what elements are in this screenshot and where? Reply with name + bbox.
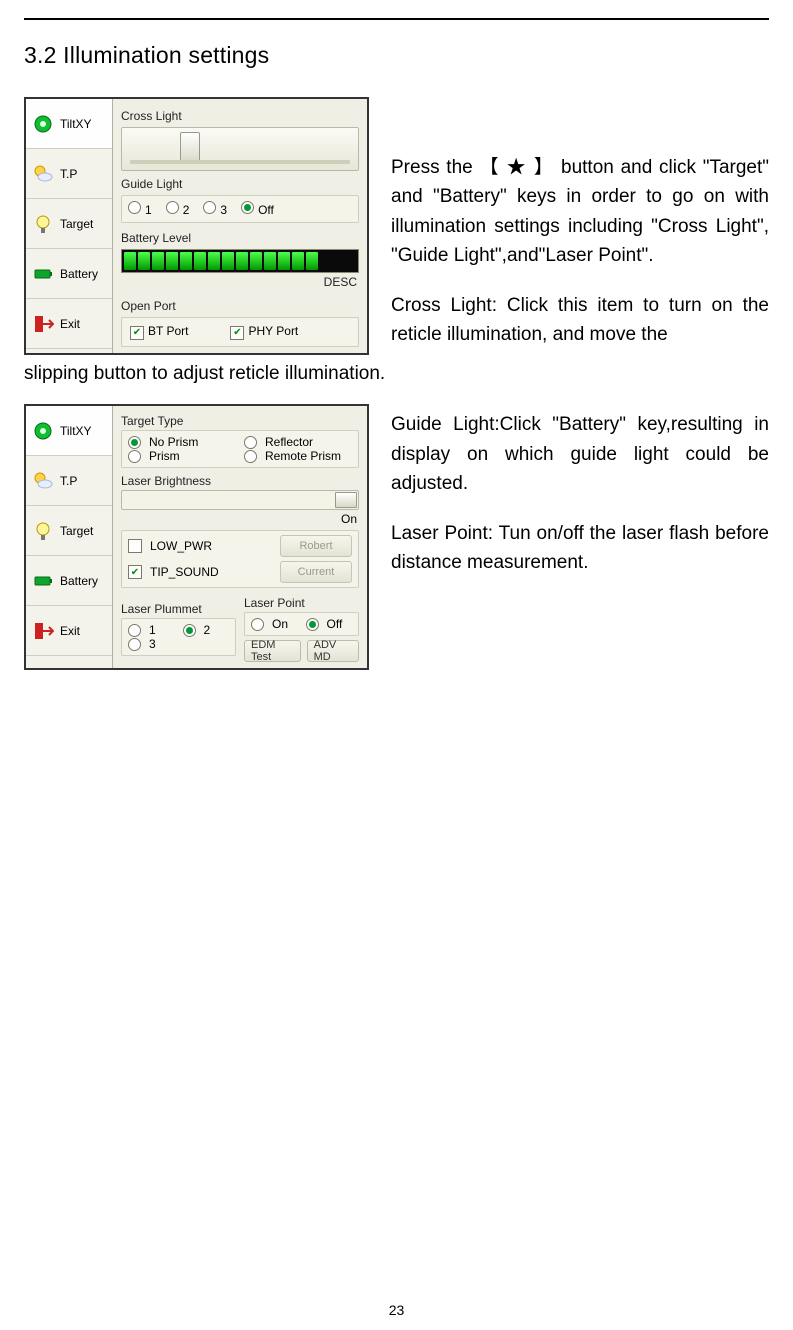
tab2-tiltxy[interactable]: TiltXY [26, 406, 112, 456]
radio-guide-2[interactable] [166, 201, 179, 214]
tab-tp[interactable]: T.P [26, 149, 112, 199]
radio-laser-off[interactable] [306, 618, 319, 631]
bulb-icon [32, 520, 54, 542]
checkbox-tip-sound[interactable]: ✔ [128, 565, 142, 579]
button-current[interactable]: Current [280, 561, 352, 583]
laser-brightness-slider[interactable] [121, 490, 359, 510]
radio-guide-1[interactable] [128, 201, 141, 214]
checkbox-low-pwr[interactable] [128, 539, 142, 553]
tab-label: TiltXY [60, 117, 92, 131]
phy-port-label: PHY Port [248, 324, 298, 338]
target-type-label: Target Type [121, 414, 359, 428]
weather-icon [32, 470, 54, 492]
paragraph-cross-light-lead: Cross Light: Click this item to turn on … [391, 291, 769, 350]
guide-light-label: Guide Light [121, 177, 359, 191]
laser-on-label: On [341, 512, 357, 526]
tab-battery[interactable]: Battery [26, 249, 112, 299]
radio-guide-off[interactable] [241, 201, 254, 214]
battery-icon [32, 263, 54, 285]
tab2-battery[interactable]: Battery [26, 556, 112, 606]
tab-label: Target [60, 524, 93, 538]
screenshot-illumination-panel-2: TiltXY T.P Target [24, 404, 369, 670]
page-number: 23 [0, 1302, 793, 1318]
battery-icon [32, 570, 54, 592]
paragraph-guide-light: Guide Light:Click "Battery" key,resultin… [391, 410, 769, 498]
tab-label: Exit [60, 624, 80, 638]
battery-desc: DESC [324, 275, 357, 289]
radio-reflector[interactable] [244, 436, 257, 449]
weather-icon [32, 163, 54, 185]
tab-exit[interactable]: Exit [26, 299, 112, 349]
section-title: 3.2 Illumination settings [24, 42, 769, 69]
checkbox-phy-port[interactable]: ✔ [230, 326, 244, 340]
cross-light-label: Cross Light [121, 109, 359, 123]
tab2-target[interactable]: Target [26, 506, 112, 556]
paragraph-cross-light-tail: slipping button to adjust reticle illumi… [24, 359, 769, 388]
radio-plummet-1[interactable] [128, 624, 141, 637]
tab-label: Exit [60, 317, 80, 331]
laser-point-label: Laser Point [244, 596, 359, 610]
battery-level-bar [121, 249, 359, 273]
level-icon [32, 420, 54, 442]
tab-label: T.P [60, 474, 77, 488]
tab-label: Target [60, 217, 93, 231]
laser-brightness-label: Laser Brightness [121, 474, 359, 488]
radio-laser-on[interactable] [251, 618, 264, 631]
exit-icon [32, 313, 54, 335]
tab-label: T.P [60, 167, 77, 181]
bt-port-label: BT Port [148, 324, 188, 338]
cross-light-slider[interactable] [121, 127, 359, 171]
tab-label: Battery [60, 267, 98, 281]
tab2-exit[interactable]: Exit [26, 606, 112, 656]
open-port-label: Open Port [121, 299, 359, 313]
laser-plummet-label: Laser Plummet [121, 602, 236, 616]
battery-level-label: Battery Level [121, 231, 359, 245]
button-edm-test[interactable]: EDM Test [244, 640, 301, 662]
tab-tiltxy[interactable]: TiltXY [26, 99, 112, 149]
screenshot-illumination-panel-1: TiltXY T.P Target [24, 97, 369, 355]
radio-remote-prism[interactable] [244, 450, 257, 463]
button-robert[interactable]: Robert [280, 535, 352, 557]
tab-target[interactable]: Target [26, 199, 112, 249]
paragraph-intro: Press the 【 ★ 】 button and click "Target… [391, 153, 769, 271]
radio-plummet-3[interactable] [128, 638, 141, 651]
tab-label: TiltXY [60, 424, 92, 438]
exit-icon [32, 620, 54, 642]
guide-light-options: 1 2 3 Off [121, 195, 359, 223]
radio-guide-3[interactable] [203, 201, 216, 214]
level-icon [32, 113, 54, 135]
radio-no-prism[interactable] [128, 436, 141, 449]
radio-plummet-2[interactable] [183, 624, 196, 637]
bulb-icon [32, 213, 54, 235]
checkbox-bt-port[interactable]: ✔ [130, 326, 144, 340]
tab2-tp[interactable]: T.P [26, 456, 112, 506]
paragraph-laser-point: Laser Point: Tun on/off the laser flash … [391, 519, 769, 578]
button-adv-md[interactable]: ADV MD [307, 640, 359, 662]
radio-prism[interactable] [128, 450, 141, 463]
tab-label: Battery [60, 574, 98, 588]
